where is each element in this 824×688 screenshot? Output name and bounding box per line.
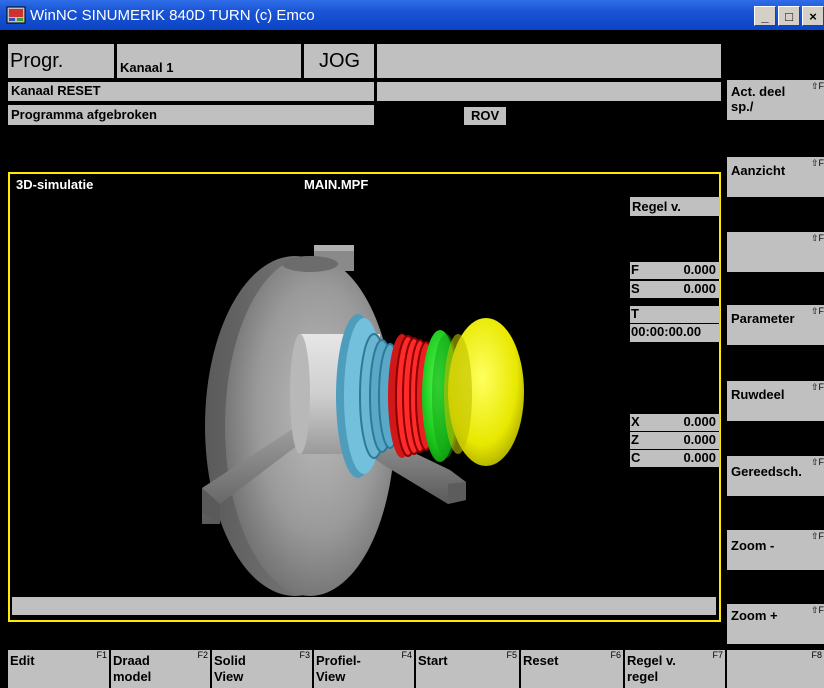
softkey-fkey: F2 [197, 650, 208, 660]
simulation-window: 3D-simulatie MAIN.MPF Regel v. F 0.000 S… [8, 172, 721, 622]
mode-field: JOG [304, 44, 374, 78]
tool-key: T [631, 306, 639, 321]
tool-readout: T [630, 306, 720, 323]
simulation-viewport [202, 245, 524, 596]
softkey-fkey: F1 [96, 650, 107, 660]
softkey-label: Gereedsch. [731, 464, 802, 479]
operating-area-label: Progr. [10, 50, 64, 72]
softkey-label: Zoom + [731, 608, 778, 623]
feed-key: F [631, 262, 639, 277]
softkey-label: Start [418, 653, 448, 668]
softkey-start[interactable]: Start F5 [416, 650, 519, 688]
softkey-fkey: ⇧F [810, 457, 824, 467]
maximize-button[interactable]: □ [778, 6, 800, 26]
time-readout: 00:00:00.00 [630, 324, 720, 342]
channel-label: Kanaal 1 [120, 60, 174, 75]
softkey-fkey: ⇧F [810, 382, 824, 392]
spindle-key: S [631, 281, 640, 296]
softkey-label: Parameter [731, 311, 795, 326]
softkey-label: Profiel- View [316, 653, 361, 684]
header-info-field [377, 44, 721, 78]
softkey-ruwdeel[interactable]: Ruwdeel ⇧F [727, 381, 824, 421]
softkey-fkey: F3 [299, 650, 310, 660]
softkey-fkey: F4 [401, 650, 412, 660]
axis-x-key: X [631, 414, 640, 429]
rov-indicator: ROV [464, 107, 506, 125]
program-name: MAIN.MPF [304, 177, 369, 192]
softkey-zoom-minus[interactable]: Zoom - ⇧F [727, 530, 824, 570]
program-status-text: Programma afgebroken [11, 107, 157, 122]
alarm-line-field [377, 82, 721, 101]
softkey-label: Draad model [113, 653, 152, 684]
feed-value: 0.000 [683, 262, 716, 277]
softkey-empty-3[interactable]: ⇧F [727, 232, 824, 272]
softkey-solid-view[interactable]: Solid View F3 [212, 650, 312, 688]
softkey-fkey: ⇧F [810, 306, 824, 316]
softkey-draad-model[interactable]: Draad model F2 [111, 650, 210, 688]
softkey-empty-8[interactable]: F8 [727, 650, 824, 688]
softkey-label: Ruwdeel [731, 387, 785, 402]
softkey-fkey: F7 [712, 650, 723, 660]
softkey-regel-v-regel[interactable]: Regel v. regel F7 [625, 650, 725, 688]
axis-c-readout: C 0.000 [630, 450, 720, 467]
mode-label: JOG [319, 50, 361, 72]
close-button[interactable]: × [802, 6, 824, 26]
softkey-label: Zoom - [731, 538, 775, 553]
softkey-fkey: ⇧F [810, 605, 824, 615]
softkey-label: Solid View [214, 653, 246, 684]
softkey-fkey: ⇧F [810, 81, 824, 91]
channel-field: Kanaal 1 [117, 44, 301, 78]
axis-x-value: 0.000 [683, 414, 716, 429]
rov-label: ROV [471, 108, 500, 123]
softkey-gereedsch[interactable]: Gereedsch. ⇧F [727, 456, 824, 496]
softkey-zoom-plus[interactable]: Zoom + ⇧F [727, 604, 824, 644]
winnc-app-icon[interactable] [6, 6, 26, 24]
axis-c-key: C [631, 450, 641, 465]
softkey-label: Edit [10, 653, 35, 668]
softkey-act-deel-sp[interactable]: Act. deel sp./ ⇧F [727, 80, 824, 120]
simulation-title: 3D-simulatie [16, 177, 94, 192]
softkey-parameter[interactable]: Parameter ⇧F [727, 305, 824, 345]
title-bar: WinNC SINUMERIK 840D TURN (c) Emco _ □ × [0, 0, 824, 30]
softkey-fkey: F8 [811, 650, 822, 660]
softkey-label: Reset [523, 653, 559, 668]
softkey-fkey: ⇧F [810, 158, 824, 168]
softkey-fkey: ⇧F [810, 531, 824, 541]
softkey-fkey: F6 [610, 650, 621, 660]
channel-status-field: Kanaal RESET [8, 82, 374, 101]
time-value: 00:00:00.00 [631, 324, 702, 339]
softkey-fkey: ⇧F [810, 233, 824, 243]
axis-c-value: 0.000 [683, 450, 716, 465]
softkey-edit[interactable]: Edit F1 [8, 650, 109, 688]
softkey-aanzicht[interactable]: Aanzicht ⇧F [727, 157, 824, 197]
softkey-label: Aanzicht [731, 163, 786, 178]
softkey-fkey: F5 [506, 650, 517, 660]
axis-z-readout: Z 0.000 [630, 432, 720, 449]
workpiece-dome-yellow [444, 318, 524, 466]
program-status-field: Programma afgebroken [8, 105, 374, 125]
channel-status-text: Kanaal RESET [11, 83, 101, 98]
axis-z-key: Z [631, 432, 639, 447]
feed-readout: F 0.000 [630, 262, 720, 279]
softkey-reset[interactable]: Reset F6 [521, 650, 623, 688]
axis-z-value: 0.000 [683, 432, 716, 447]
minimize-button[interactable]: _ [754, 6, 776, 26]
softkey-label: Regel v. regel [627, 653, 676, 684]
block-display: Regel v. [630, 197, 720, 216]
softkey-label: Act. deel sp./ [731, 84, 786, 114]
block-label: Regel v. [632, 199, 681, 214]
softkey-profiel-view[interactable]: Profiel- View F4 [314, 650, 414, 688]
operating-area-field: Progr. [8, 44, 114, 78]
window-title: WinNC SINUMERIK 840D TURN (c) Emco [30, 6, 315, 24]
spindle-readout: S 0.000 [630, 281, 720, 298]
spindle-value: 0.000 [683, 281, 716, 296]
simulation-status-bar [12, 597, 716, 615]
axis-x-readout: X 0.000 [630, 414, 720, 431]
